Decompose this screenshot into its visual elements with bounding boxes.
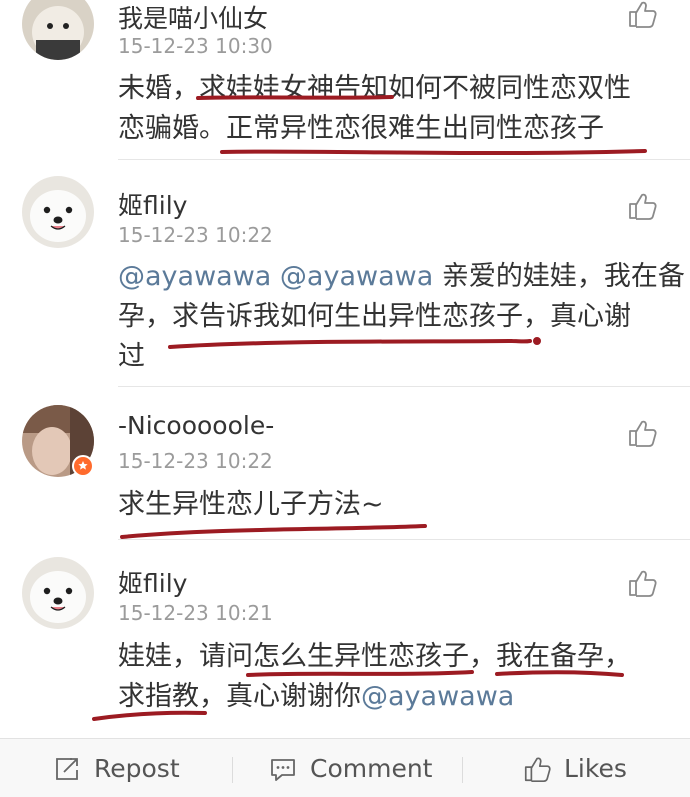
comment-text-line: 恋骗婚。正常异性恋很难生出同性恋孩子 [118, 113, 604, 144]
comment-text-segment: 亲爱的娃娃，我在备 [441, 261, 685, 292]
bar-divider [462, 757, 463, 783]
comment-username[interactable]: -Nicooooole- [118, 411, 274, 440]
mention-link[interactable]: @ayawawa [118, 261, 271, 292]
comment-label: Comment [310, 754, 433, 783]
comment-button[interactable]: Comment [268, 739, 433, 797]
comment-text-line: 未婚，求娃娃女神告知如何不被同性恋双性 [118, 73, 631, 104]
comment-text-line: 娃娃，请问怎么生异性恋孩子，我在备孕， [118, 641, 631, 672]
verified-badge-icon [72, 455, 94, 477]
dog-avatar-image [22, 557, 94, 629]
repost-icon [56, 757, 78, 780]
thumbs-up-icon [629, 193, 657, 220]
comment-timestamp: 15-12-23 10:21 [118, 601, 273, 625]
avatar[interactable] [22, 557, 94, 629]
comment-timestamp: 15-12-23 10:22 [118, 223, 273, 247]
thumbs-up-icon [629, 1, 657, 28]
comment-item: 姬flily 15-12-23 10:21 娃娃，请问怎么生异性恋孩子，我在备孕… [0, 540, 690, 738]
like-button[interactable] [626, 190, 658, 222]
repost-label: Repost [94, 754, 180, 783]
cat-avatar-image [22, 0, 94, 60]
comment-username[interactable]: 我是喵小仙女 [118, 0, 268, 35]
comment-item: -Nicooooole- 15-12-23 10:22 求生异性恋儿子方法~ [0, 387, 690, 539]
bar-divider [232, 757, 233, 783]
comment-icon [271, 758, 295, 781]
comment-text-segment: 求指教，真心谢谢你 [118, 681, 361, 712]
mention-link[interactable]: @ayawawa [280, 261, 433, 292]
comment-timestamp: 15-12-23 10:30 [118, 34, 273, 58]
comment-text-line: 孕，求告诉我如何生出异性恋孩子，真心谢 [118, 301, 631, 332]
thumbs-up-icon [524, 756, 551, 782]
avatar[interactable] [22, 176, 94, 248]
comment-item: 姬flily 15-12-23 10:22 @ayawawa @ayawawa … [0, 160, 690, 386]
avatar[interactable] [22, 0, 94, 60]
like-button[interactable] [626, 567, 658, 599]
comment-text-line: 求生异性恋儿子方法~ [118, 489, 384, 520]
comment-username[interactable]: 姬flily [118, 564, 187, 600]
likes-button[interactable]: Likes [522, 739, 627, 797]
comment-username[interactable]: 姬flily [118, 186, 187, 222]
comment-timestamp: 15-12-23 10:22 [118, 449, 273, 473]
comment-item: 我是喵小仙女 15-12-23 10:30 未婚，求娃娃女神告知如何不被同性恋双… [0, 0, 690, 160]
likes-label: Likes [564, 754, 627, 783]
repost-button[interactable]: Repost [52, 739, 180, 797]
comment-text-line: 求指教，真心谢谢你@ayawawa [118, 680, 514, 714]
comment-text-line: @ayawawa @ayawawa 亲爱的娃娃，我在备 [118, 260, 685, 294]
bottom-action-bar: Repost Comment Likes [0, 738, 690, 797]
thumbs-up-icon [629, 420, 657, 447]
mention-link[interactable]: @ayawawa [361, 681, 514, 712]
comment-text-line: 过 [118, 341, 145, 372]
like-button[interactable] [626, 0, 658, 30]
thumbs-up-icon [629, 570, 657, 597]
dog-avatar-image [22, 176, 94, 248]
like-button[interactable] [626, 417, 658, 449]
